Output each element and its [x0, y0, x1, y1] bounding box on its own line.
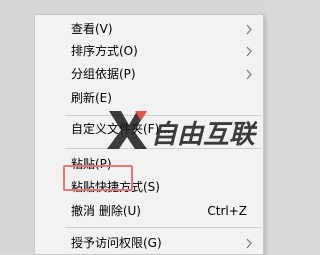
paste-highlight-box	[63, 165, 133, 191]
context-menu: 查看(V) 排序方式(O) 分组依据(P) 刷新(E) 自定义文件夹(F)...…	[34, 14, 264, 255]
chevron-right-icon	[246, 24, 252, 35]
menu-item-undo-delete[interactable]: 撤消 删除(U) Ctrl+Z	[35, 201, 263, 222]
menu-item-group-by[interactable]: 分组依据(P)	[35, 64, 263, 85]
svg-text:自由互联: 自由互联	[151, 120, 257, 150]
menu-item-label: 排序方式(O)	[71, 44, 138, 58]
menu-item-shortcut: Ctrl+Z	[207, 204, 247, 218]
menu-item-label: 刷新(E)	[71, 91, 112, 105]
chevron-right-icon	[246, 46, 252, 57]
menu-separator	[65, 227, 261, 228]
chevron-right-icon	[246, 238, 252, 249]
menu-item-sort-by[interactable]: 排序方式(O)	[35, 41, 263, 62]
chevron-right-icon	[246, 69, 252, 80]
menu-item-label: 查看(V)	[71, 22, 113, 36]
menu-item-give-access[interactable]: 授予访问权限(G)	[35, 233, 263, 254]
menu-item-refresh[interactable]: 刷新(E)	[35, 88, 263, 109]
menu-item-label: 授予访问权限(G)	[71, 236, 162, 250]
menu-item-view[interactable]: 查看(V)	[35, 19, 263, 40]
menu-item-label: 分组依据(P)	[71, 67, 136, 81]
menu-item-label: 撤消 删除(U)	[71, 204, 141, 218]
watermark-logo: 自由互联	[107, 111, 257, 150]
